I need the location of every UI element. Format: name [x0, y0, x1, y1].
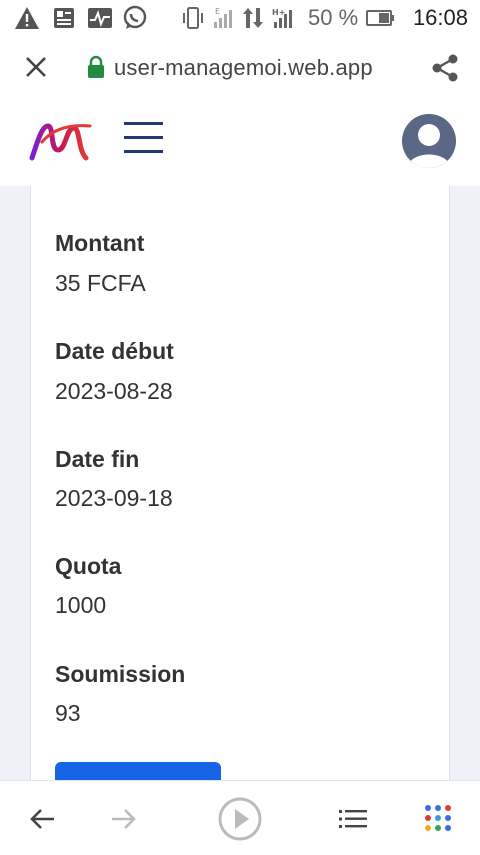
- forward-arrow-icon[interactable]: [104, 799, 144, 839]
- news-icon: [52, 6, 76, 30]
- back-arrow-icon[interactable]: [22, 799, 62, 839]
- field-label-quota: Quota: [55, 553, 122, 579]
- field-label-date-fin: Date fin: [55, 446, 140, 472]
- field-label-soumission: Soumission: [55, 661, 186, 687]
- url-text[interactable]: user-managemoi.web.app: [114, 55, 373, 81]
- main-content: Montant 35 FCFA Date début 2023-08-28 Da…: [0, 186, 480, 780]
- battery-icon: [366, 6, 396, 30]
- share-icon[interactable]: [430, 53, 460, 83]
- battery-percent: 50 %: [308, 5, 359, 30]
- avatar-icon[interactable]: [402, 114, 456, 168]
- lock-icon: [86, 55, 106, 79]
- whatsapp-icon: [122, 5, 148, 30]
- field-value-montant: 35 FCFA: [55, 270, 146, 296]
- clock: 16:08: [412, 5, 468, 30]
- svg-text:H+: H+: [272, 8, 285, 17]
- field-value-date-debut: 2023-08-28: [55, 378, 173, 404]
- close-icon[interactable]: [22, 53, 50, 81]
- browser-bottom-nav: [0, 780, 480, 855]
- status-bar: E H+ 50 % 16:08: [0, 0, 480, 36]
- signal-h-icon: H+: [270, 6, 296, 30]
- field-value-date-fin: 2023-09-18: [55, 485, 173, 511]
- apps-grid-icon[interactable]: [418, 799, 458, 839]
- primary-action-button[interactable]: [55, 762, 221, 780]
- signal-e-icon: E: [212, 6, 236, 30]
- field-value-quota: 1000: [55, 592, 107, 618]
- vibrate-icon: [180, 6, 206, 30]
- hamburger-menu-icon[interactable]: [124, 121, 164, 155]
- field-value-soumission: 93: [55, 700, 81, 726]
- list-icon[interactable]: [334, 799, 374, 839]
- play-icon[interactable]: [217, 796, 263, 842]
- field-label-date-debut: Date début: [55, 338, 174, 364]
- warning-icon: [14, 6, 40, 30]
- svg-text:E: E: [215, 7, 220, 16]
- brand-logo[interactable]: [28, 120, 94, 164]
- activity-icon: [87, 6, 113, 30]
- field-label-montant: Montant: [55, 230, 145, 256]
- browser-url-bar: user-managemoi.web.app: [0, 36, 480, 99]
- data-transfer-icon: [242, 6, 264, 30]
